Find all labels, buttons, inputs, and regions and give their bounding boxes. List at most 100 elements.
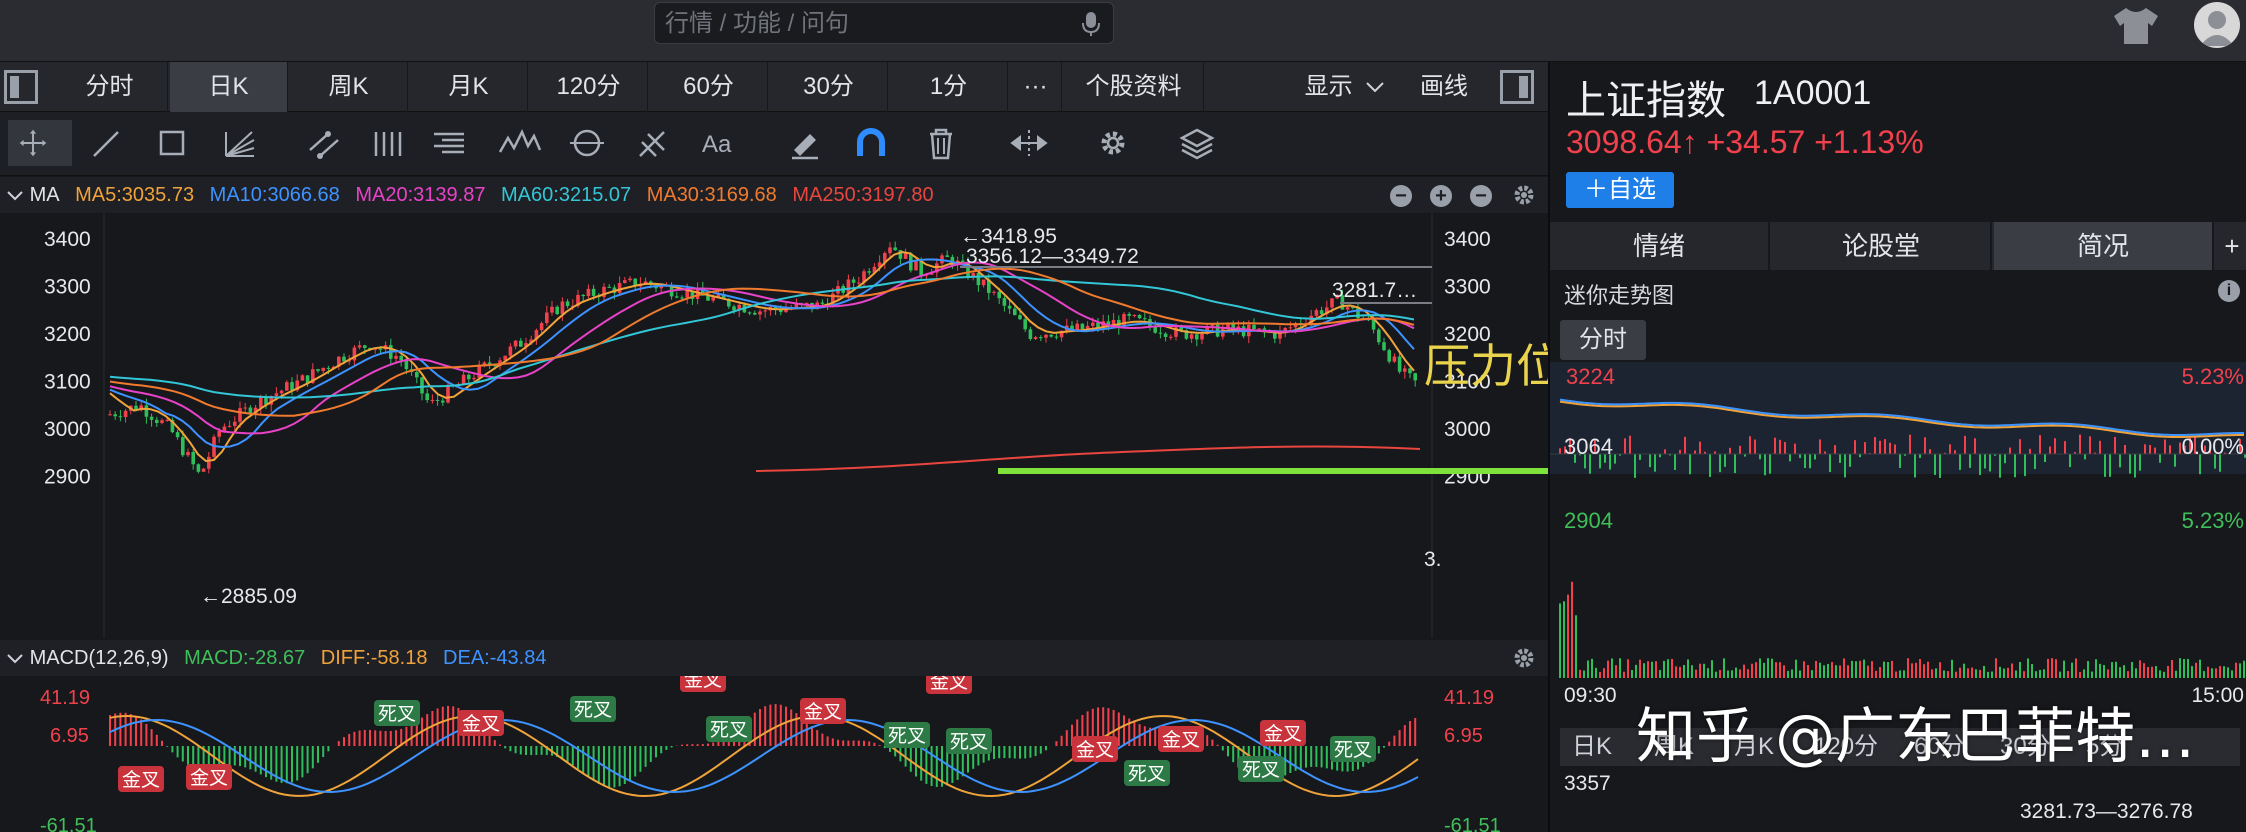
search-input[interactable] — [665, 9, 1065, 39]
candle-body — [108, 414, 112, 416]
svg-text:金叉: 金叉 — [804, 701, 842, 723]
svg-text:死叉: 死叉 — [1242, 760, 1280, 781]
wave-tool-icon[interactable] — [494, 120, 544, 166]
mini-mid-price: 3064 — [1564, 434, 1613, 459]
price-tick-right: 3300 — [1444, 276, 1491, 299]
info-icon[interactable]: i — [2218, 280, 2240, 302]
microphone-icon[interactable] — [1081, 11, 1101, 37]
svg-text:死叉: 死叉 — [1334, 740, 1372, 761]
range-price-label: 3356.12—3349.72 — [966, 245, 1139, 268]
candle-body — [467, 374, 471, 380]
more-periods-button[interactable]: ··· — [1010, 62, 1062, 112]
candle-body — [1189, 334, 1194, 339]
tab-monthly-k[interactable]: 月K — [410, 62, 528, 112]
candle-body — [753, 312, 757, 315]
kline-chart[interactable]: 3400 34003300 33003200 32003100 31003000 3000… — [0, 213, 1548, 638]
svg-text:死叉: 死叉 — [888, 726, 926, 747]
eraser-tool-icon[interactable] — [780, 120, 830, 166]
cycle-tool-icon[interactable] — [562, 120, 612, 166]
tab-overview[interactable]: 简况 — [1994, 222, 2214, 270]
candle-body — [1319, 310, 1324, 315]
macd-chart[interactable]: 金叉 金叉死叉 金叉死叉金叉死叉金叉死叉金叉死叉 金叉死叉金叉死叉金叉死叉 41.19… — [0, 676, 1548, 832]
rectangle-tool-icon[interactable] — [148, 120, 198, 166]
price-tick-left: 2900 — [44, 466, 91, 489]
candle-body — [1013, 308, 1017, 316]
tab-120min[interactable]: 120分 — [530, 62, 648, 112]
zoom-in-icon[interactable]: + — [1430, 185, 1452, 207]
tab-30min[interactable]: 30分 — [770, 62, 888, 112]
magnet-tool-icon[interactable] — [846, 120, 896, 166]
user-avatar[interactable] — [2194, 2, 2240, 48]
candle-body — [893, 247, 897, 251]
tab-sentiment[interactable]: 情绪 — [1550, 222, 1770, 270]
candle-body — [628, 278, 632, 281]
add-watchlist-button[interactable]: ＋自选 — [1566, 172, 1674, 208]
candle-body — [1002, 298, 1007, 306]
text-lines-tool-icon[interactable] — [424, 120, 474, 166]
candle-body — [186, 452, 190, 456]
mini-intraday-tab[interactable]: 分时 — [1560, 320, 1646, 360]
tab-1min[interactable]: 1分 — [890, 62, 1008, 112]
candle-body — [441, 400, 445, 403]
chart-settings-gear-icon[interactable] — [1512, 183, 1536, 207]
text-tool-icon[interactable]: Aa — [696, 120, 746, 166]
fan-tool-icon[interactable] — [214, 120, 264, 166]
add-tab-button[interactable]: + — [2216, 222, 2246, 270]
right-panel-toggle-icon[interactable] — [1500, 70, 1534, 104]
tab-forum[interactable]: 论股堂 — [1772, 222, 1992, 270]
tab-weekly-k[interactable]: 周K — [290, 62, 408, 112]
svg-text:死叉: 死叉 — [574, 700, 612, 721]
settings-gear-icon[interactable] — [1088, 120, 1138, 166]
candle-body — [290, 382, 294, 391]
candle-body — [1403, 368, 1407, 372]
index-quote: 3098.64↑ +34.57 +1.13% — [1566, 124, 1924, 160]
line-tool-icon[interactable] — [82, 120, 132, 166]
stock-profile-tab[interactable]: 个股资料 — [1064, 62, 1204, 112]
candle-body — [758, 311, 762, 315]
parallel-channel-tool-icon[interactable] — [300, 120, 350, 166]
candle-body — [144, 405, 149, 417]
candle-body — [259, 396, 263, 408]
mini-tab-daily[interactable]: 日K — [1572, 728, 1612, 766]
ma10-value: MA10:3066.68 — [209, 184, 340, 206]
golden-cross-badge: 金叉 — [458, 710, 504, 736]
display-menu[interactable]: 显示 — [1290, 62, 1400, 112]
vertical-lines-tool-icon[interactable] — [362, 120, 412, 166]
skin-theme-icon[interactable] — [2110, 4, 2162, 48]
candle-body — [394, 355, 398, 359]
candle-body — [1257, 328, 1261, 330]
candle-body — [1033, 337, 1038, 339]
macd-value: MACD:-28.67 — [184, 647, 306, 669]
tab-daily-k[interactable]: 日K — [170, 62, 288, 112]
collapse-chart-icon[interactable]: − — [1470, 185, 1492, 207]
candle-body — [1377, 329, 1381, 343]
price-tick-right: 3400 — [1444, 228, 1491, 251]
crosshair-tool-icon[interactable] — [8, 120, 72, 166]
draw-line-button[interactable]: 画线 — [1404, 62, 1484, 112]
candle-body — [1387, 350, 1391, 362]
candle-body — [685, 290, 689, 298]
candle-body — [425, 393, 429, 401]
left-panel-toggle-icon[interactable] — [4, 70, 38, 104]
macd-settings-gear-icon[interactable] — [1512, 646, 1536, 670]
trash-icon[interactable] — [916, 120, 966, 166]
collapse-chevron-icon[interactable] — [6, 188, 24, 204]
candle-body — [285, 382, 289, 391]
index-name: 上证指数 — [1566, 79, 1726, 123]
pressure-level-annotation: 压力位 — [1424, 339, 1562, 393]
candle-body — [316, 369, 320, 371]
candle-body — [732, 306, 736, 311]
candle-body — [1163, 333, 1168, 337]
fibonacci-tool-icon[interactable] — [628, 120, 678, 166]
candle-body — [1039, 337, 1043, 339]
layers-icon[interactable] — [1172, 120, 1222, 166]
price-tick-left: 3200 — [44, 323, 91, 346]
candle-body — [165, 419, 169, 421]
expand-horizontal-icon[interactable] — [1004, 120, 1054, 166]
chevron-down-icon — [1366, 82, 1385, 93]
search-box[interactable] — [654, 2, 1114, 44]
tab-60min[interactable]: 60分 — [650, 62, 768, 112]
zoom-out-icon[interactable]: − — [1390, 185, 1412, 207]
collapse-chevron-icon[interactable] — [6, 651, 24, 667]
tab-intraday[interactable]: 分时 — [52, 62, 168, 112]
